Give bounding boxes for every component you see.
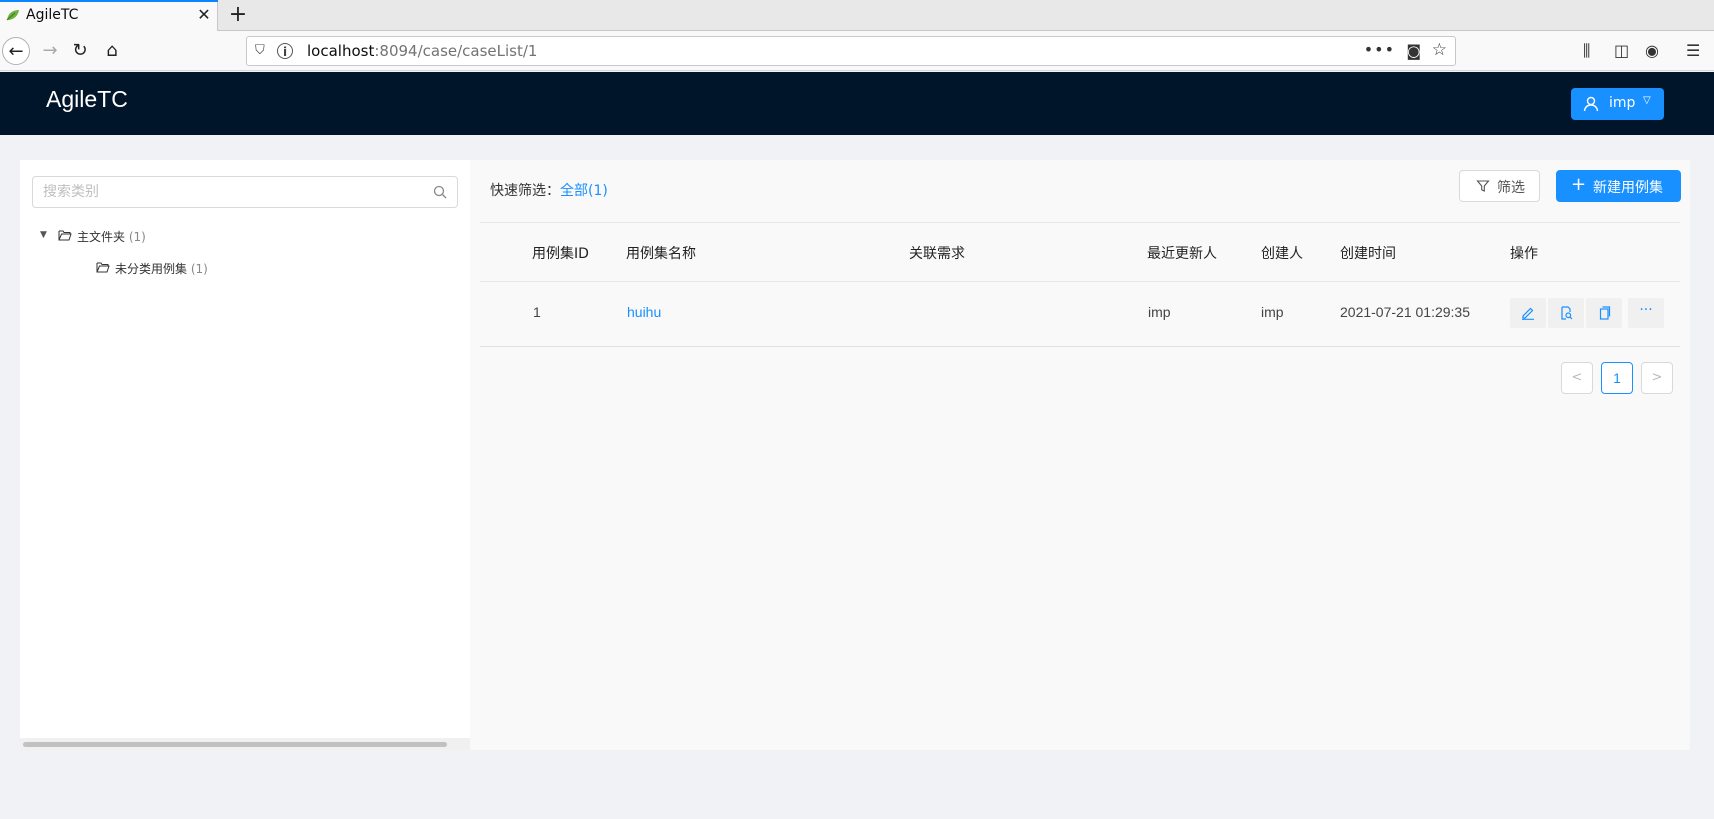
cell-creator: imp — [1261, 304, 1284, 320]
sidebar-icon[interactable]: ◫ — [1614, 41, 1629, 60]
filter-button[interactable]: 筛选 — [1459, 170, 1540, 202]
col-header-actions: 操作 — [1510, 246, 1538, 262]
edit-icon — [1522, 307, 1534, 320]
cell-updater: imp — [1148, 304, 1171, 320]
tree-node-count: (1) — [128, 230, 146, 244]
app-header: AgileTC imp ▽ — [0, 72, 1714, 135]
leaf-icon — [6, 10, 19, 21]
copy-button[interactable] — [1586, 298, 1622, 328]
quick-filter-all-link[interactable]: 全部(1) — [560, 183, 608, 199]
ellipsis-icon: ··· — [1639, 302, 1653, 318]
browser-tab[interactable]: AgileTC ✕ — [0, 0, 218, 31]
new-tab-icon[interactable]: + — [226, 3, 250, 27]
browser-tab-bar: AgileTC ✕ + — [0, 0, 1714, 31]
tree-node-label: 未分类用例集 (1) — [115, 260, 208, 277]
account-icon[interactable]: ◉ — [1645, 41, 1659, 60]
search-icon[interactable] — [433, 185, 447, 199]
url-bar[interactable]: ⛉ i localhost:8094/case/caseList/1 ••• ◙… — [246, 36, 1456, 66]
quick-filter: 快速筛选：全部(1) — [490, 180, 608, 200]
reload-icon[interactable]: ↻ — [66, 37, 94, 65]
category-sidebar: ▼ 主文件夹 (1) 未分类用例集 (1) — [20, 160, 470, 750]
record-button[interactable] — [1548, 298, 1584, 328]
star-icon[interactable]: ☆ — [1432, 40, 1447, 60]
browser-nav-bar: ← → ↻ ⌂ ⛉ i localhost:8094/case/caseList… — [0, 31, 1714, 71]
url-path: :8094/case/caseList/1 — [374, 42, 538, 60]
chevron-down-icon: ▽ — [1643, 95, 1651, 106]
tree-node-name: 未分类用例集 — [115, 262, 188, 276]
more-actions-button[interactable]: ··· — [1628, 298, 1664, 328]
next-page-button[interactable]: > — [1641, 362, 1673, 394]
table-header: 用例集ID 用例集名称 关联需求 最近更新人 创建人 创建时间 操作 — [480, 222, 1680, 282]
col-header-creator: 创建人 — [1261, 246, 1303, 262]
tree-node-label: 主文件夹 (1) — [77, 228, 146, 245]
back-icon[interactable]: ← — [2, 37, 30, 65]
menu-icon[interactable]: ☰ — [1686, 41, 1700, 60]
url-text[interactable]: localhost:8094/case/caseList/1 — [307, 42, 537, 60]
cell-created-at: 2021-07-21 01:29:35 — [1340, 304, 1470, 320]
user-icon — [1583, 96, 1599, 112]
user-menu-button[interactable]: imp ▽ — [1571, 88, 1664, 120]
info-icon[interactable]: i — [277, 43, 293, 59]
tree-node-count: (1) — [190, 262, 208, 276]
horizontal-scrollbar[interactable] — [20, 738, 470, 750]
folder-open-icon — [58, 230, 72, 241]
category-search-input[interactable] — [43, 182, 413, 202]
col-header-requirement: 关联需求 — [909, 246, 965, 262]
col-header-name: 用例集名称 — [626, 246, 696, 262]
col-header-id: 用例集ID — [532, 246, 589, 262]
scrollbar-thumb[interactable] — [23, 742, 447, 747]
home-icon[interactable]: ⌂ — [98, 37, 126, 65]
active-tab-indicator — [0, 0, 218, 2]
create-button-label: 新建用例集 — [1593, 180, 1663, 196]
library-icon[interactable]: ⫼ — [1583, 41, 1590, 61]
create-case-set-button[interactable]: + 新建用例集 — [1556, 170, 1681, 202]
pocket-icon[interactable]: ◙ — [1406, 42, 1421, 60]
forward-icon[interactable]: → — [36, 37, 64, 65]
edit-button[interactable] — [1510, 298, 1546, 328]
folder-open-icon — [96, 262, 110, 273]
url-host: localhost — [307, 42, 375, 60]
tree-node-name: 主文件夹 — [77, 230, 126, 244]
caret-down-icon[interactable]: ▼ — [40, 230, 47, 240]
close-tab-icon[interactable]: ✕ — [194, 5, 214, 25]
cell-name-link[interactable]: huihu — [627, 304, 661, 320]
table-row: 1 huihu imp imp 2021-07-21 01:29:35 ··· — [480, 282, 1680, 347]
cell-id: 1 — [533, 304, 541, 320]
copy-icon — [1599, 306, 1611, 320]
file-search-icon — [1561, 306, 1573, 320]
col-header-updater: 最近更新人 — [1147, 246, 1217, 262]
plus-icon: + — [1571, 174, 1587, 195]
case-list-panel: 快速筛选：全部(1) 筛选 + 新建用例集 用例集ID 用例集名称 关联需求 最… — [470, 160, 1690, 750]
col-header-created-at: 创建时间 — [1340, 246, 1396, 262]
prev-page-button[interactable]: < — [1561, 362, 1593, 394]
quick-filter-label: 快速筛选： — [490, 183, 560, 199]
page-1-button[interactable]: 1 — [1601, 362, 1633, 394]
category-search[interactable] — [32, 176, 458, 208]
filter-icon — [1476, 180, 1490, 192]
shield-icon[interactable]: ⛉ — [255, 43, 271, 59]
tab-title: AgileTC — [26, 7, 79, 23]
user-name: imp — [1609, 95, 1636, 111]
filter-button-label: 筛选 — [1497, 180, 1525, 196]
more-icon[interactable]: ••• — [1364, 40, 1395, 59]
app-logo[interactable]: AgileTC — [46, 86, 128, 113]
